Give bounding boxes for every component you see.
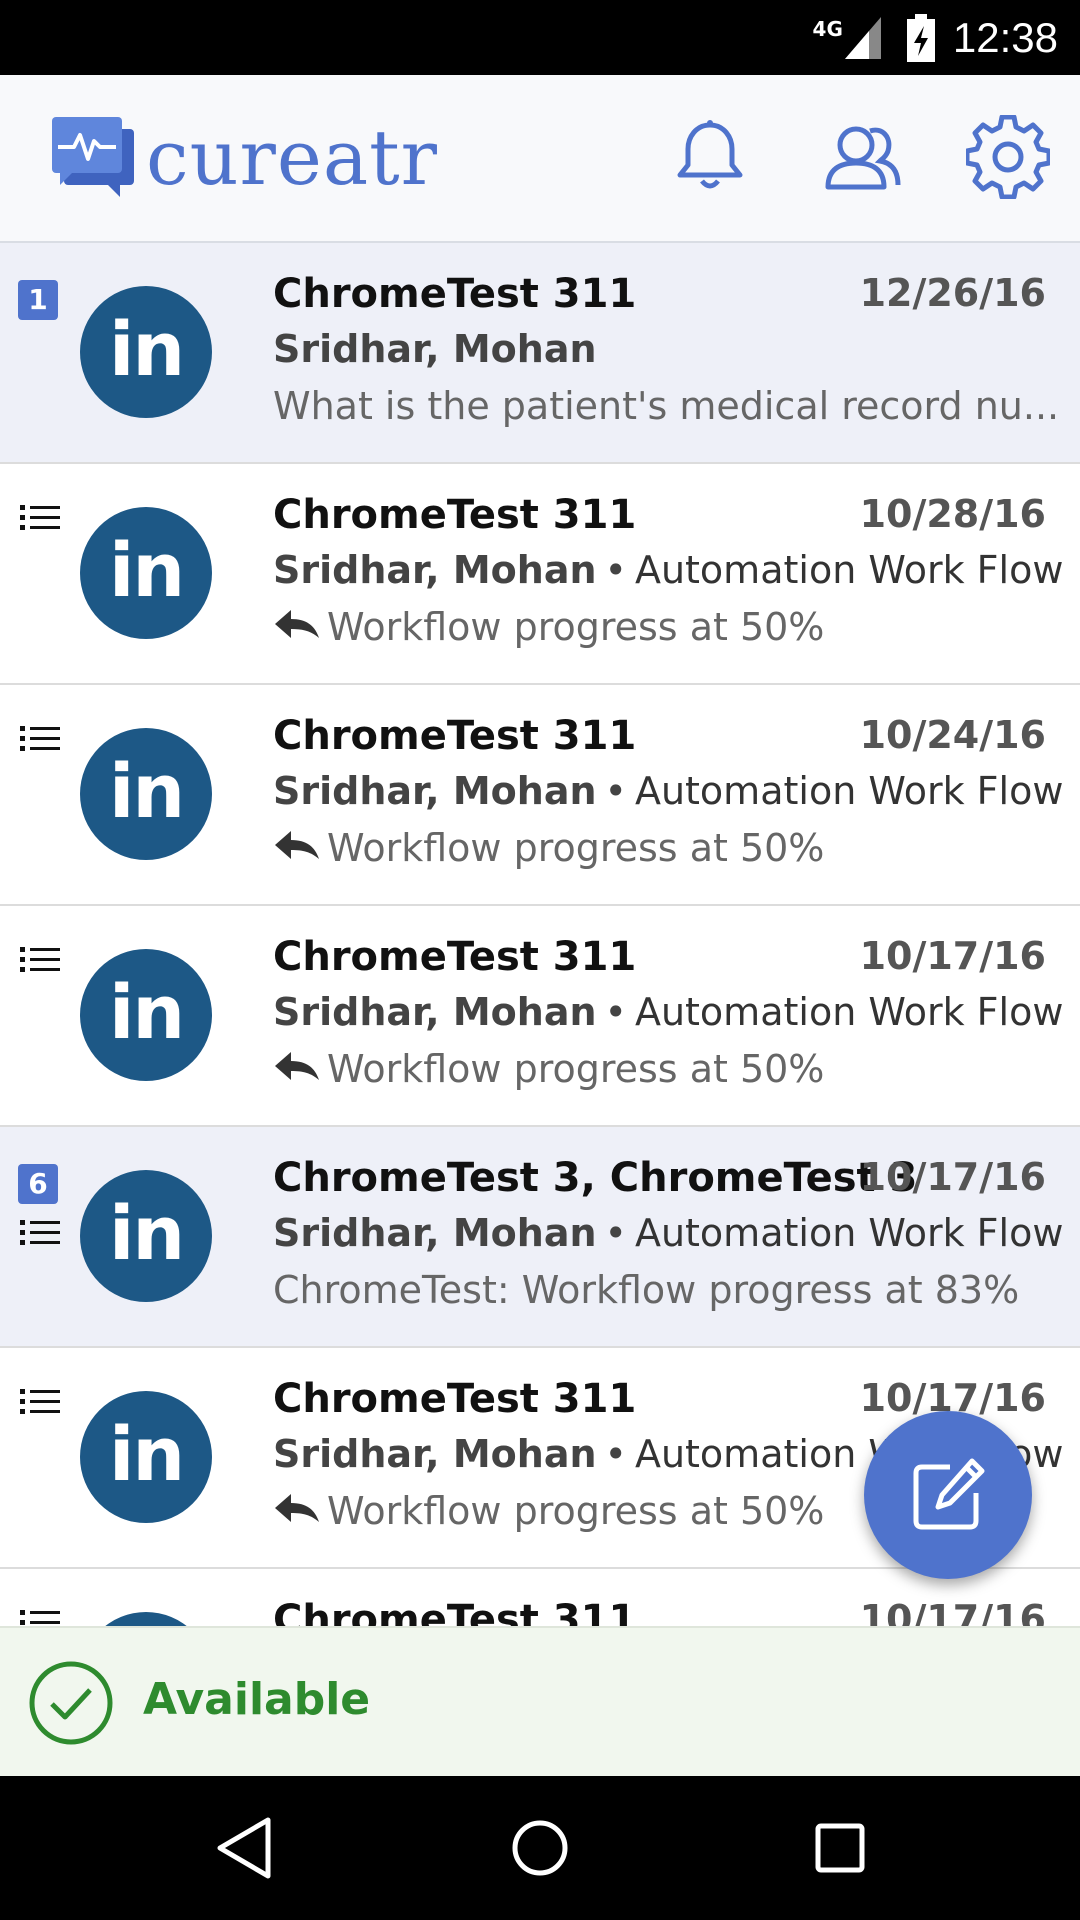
reply-icon — [273, 1047, 321, 1091]
avatar-logo-text: in — [108, 528, 185, 614]
conversation-row[interactable]: in ChromeTest 311 10/17/16 — [0, 1569, 1080, 1626]
message-preview: Workflow progress at 50% — [273, 605, 824, 649]
list-icon — [20, 1388, 60, 1426]
reply-icon — [273, 1489, 321, 1533]
back-icon[interactable] — [214, 1816, 274, 1880]
avatar-logo-text: in — [108, 1191, 185, 1277]
chat-pulse-icon — [52, 117, 134, 197]
avatar: in — [80, 1170, 212, 1302]
avatar-logo-text: in — [108, 970, 185, 1056]
network-type: 4G — [812, 17, 843, 41]
conversation-date: 12/26/16 — [859, 271, 1046, 315]
list-icon — [20, 1219, 60, 1257]
conversation-subtitle: Sridhar, Mohan • Automation Work Flow — [273, 548, 1063, 592]
conversation-subtitle: Sridhar, Mohan • Automation Work Flow — [273, 769, 1063, 813]
avatar: in — [80, 728, 212, 860]
conversation-date: 10/17/16 — [859, 934, 1046, 978]
avatar: in — [80, 949, 212, 1081]
avatar: in — [80, 286, 212, 418]
avatar-logo-text: in — [108, 749, 185, 835]
preview-text: Workflow progress at 50% — [327, 1047, 825, 1091]
conversation-row[interactable]: 1 in ChromeTest 311 12/26/16 Sridhar, Mohan W… — [0, 243, 1080, 464]
list-icon — [20, 725, 60, 763]
message-preview: ChromeTest: Workflow progress at 83% — [273, 1268, 1019, 1312]
sender-name: Sridhar, Mohan — [273, 990, 597, 1034]
conversation-row[interactable]: in ChromeTest 311 10/28/16 Sridhar, Mohan • A… — [0, 464, 1080, 685]
separator-dot: • — [604, 1211, 627, 1255]
list-icon — [20, 504, 60, 542]
app-logo: cureatr — [50, 115, 438, 201]
separator-dot: • — [604, 1432, 627, 1476]
navigation-bar — [0, 1776, 1080, 1920]
conversation-title: ChromeTest 311 — [273, 1376, 637, 1422]
compose-button[interactable] — [864, 1411, 1032, 1579]
conversation-date: 10/24/16 — [859, 713, 1046, 757]
preview-text: ChromeTest: Workflow progress at 83% — [273, 1268, 1020, 1312]
reply-icon — [273, 605, 321, 649]
conversation-date: 10/17/16 — [859, 1597, 1046, 1626]
message-preview: Workflow progress at 50% — [273, 1047, 824, 1091]
clock: 12:38 — [952, 14, 1058, 61]
battery-icon — [906, 14, 935, 62]
list-icon — [20, 946, 60, 984]
availability-status: Available — [143, 1674, 371, 1725]
check-circle-icon — [29, 1661, 113, 1745]
avatar-logo-text: in — [108, 307, 185, 393]
conversation-title: ChromeTest 311 — [273, 271, 637, 317]
message-preview: Workflow progress at 50% — [273, 1489, 824, 1533]
conversation-title: ChromeTest 311 — [273, 1597, 637, 1626]
contacts-icon[interactable] — [820, 115, 904, 199]
message-preview: What is the patient's medical record nu.… — [273, 384, 1059, 428]
preview-text: What is the patient's medical record nu.… — [273, 384, 1060, 428]
sender-name: Sridhar, Mohan — [273, 769, 597, 813]
gear-icon[interactable] — [966, 115, 1050, 199]
conversation-subtitle: Sridhar, Mohan • Automation Work Flow — [273, 1211, 1063, 1255]
workflow-name: Automation Work Flow — [634, 769, 1064, 813]
list-icon — [20, 1609, 60, 1626]
conversation-row[interactable]: 6 in ChromeTest 3, ChromeTest 3 10/17/16 Sri… — [0, 1127, 1080, 1348]
separator-dot: • — [604, 769, 627, 813]
avatar: in — [80, 507, 212, 639]
preview-text: Workflow progress at 50% — [327, 1489, 825, 1533]
signal-icon — [844, 17, 881, 59]
separator-dot: • — [604, 548, 627, 592]
home-icon[interactable] — [512, 1816, 568, 1880]
reply-icon — [273, 826, 321, 870]
conversation-title: ChromeTest 3, ChromeTest 3 — [273, 1155, 918, 1201]
avatar-logo-text: in — [108, 1412, 185, 1498]
compose-icon — [913, 1458, 985, 1530]
workflow-name: Automation Work Flow — [634, 1211, 1064, 1255]
message-preview: Workflow progress at 50% — [273, 826, 824, 870]
preview-text: Workflow progress at 50% — [327, 826, 825, 870]
sender-name: Sridhar, Mohan — [273, 327, 597, 371]
availability-bar[interactable]: Available — [0, 1626, 1080, 1778]
conversation-title: ChromeTest 311 — [273, 713, 637, 759]
workflow-name: Automation Work Flow — [634, 548, 1064, 592]
avatar: in — [80, 1391, 212, 1523]
conversation-subtitle: Sridhar, Mohan • Automation Work Flow — [273, 990, 1063, 1034]
conversation-row[interactable]: in ChromeTest 311 10/17/16 Sridhar, Mohan • A… — [0, 906, 1080, 1127]
sender-name: Sridhar, Mohan — [273, 1211, 597, 1255]
sender-name: Sridhar, Mohan — [273, 1432, 597, 1476]
recents-icon[interactable] — [814, 1816, 866, 1880]
preview-text: Workflow progress at 50% — [327, 605, 825, 649]
conversation-date: 10/28/16 — [859, 492, 1046, 536]
unread-count-badge: 1 — [18, 280, 58, 320]
bell-icon[interactable] — [668, 115, 752, 199]
conversation-subtitle: Sridhar, Mohan — [273, 327, 597, 371]
workflow-name: Automation Work Flow — [634, 990, 1064, 1034]
avatar: in — [80, 1612, 212, 1626]
conversation-row[interactable]: in ChromeTest 311 10/24/16 Sridhar, Mohan • A… — [0, 685, 1080, 906]
app-name: cureatr — [146, 113, 438, 202]
sender-name: Sridhar, Mohan — [273, 548, 597, 592]
status-bar: 4G 12:38 — [0, 0, 1080, 75]
conversation-date: 10/17/16 — [859, 1155, 1046, 1199]
separator-dot: • — [604, 990, 627, 1034]
conversation-title: ChromeTest 311 — [273, 492, 637, 538]
conversation-title: ChromeTest 311 — [273, 934, 637, 980]
app-header: cureatr — [0, 75, 1080, 243]
unread-count-badge: 6 — [18, 1164, 58, 1204]
